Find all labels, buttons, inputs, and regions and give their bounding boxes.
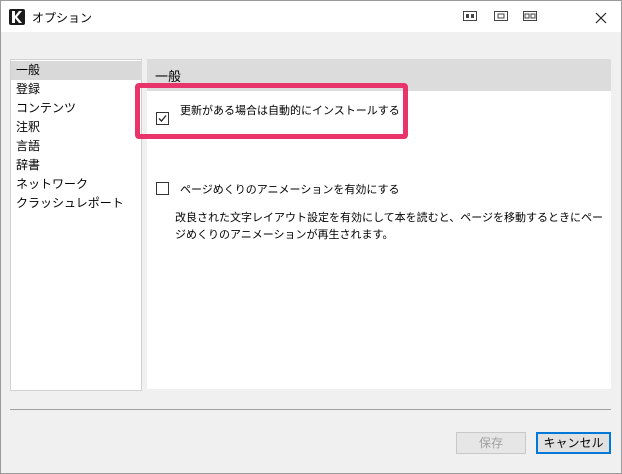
sidebar-item-dictionary[interactable]: 辞書 [11,156,142,175]
sidebar-item-language[interactable]: 言語 [11,137,142,156]
sidebar-item-registration[interactable]: 登録 [11,80,142,99]
sidebar-item-crash-report[interactable]: クラッシュレポート [11,194,142,213]
window-title: オプション [32,11,93,25]
app-icon [9,9,25,25]
sidebar-item-network[interactable]: ネットワーク [11,175,142,194]
page-turn-animation-checkbox[interactable] [156,182,169,195]
description-line-2: ジめくりのアニメーションが再生されます。 [175,228,394,241]
page-turn-animation-description: 改良された文字レイアウト設定を有効にして本を読むと、ページを移動するときにペー … [175,209,615,243]
description-line-1: 改良された文字レイアウト設定を有効にして本を読むと、ページを移動するときにペー [175,211,604,224]
close-button[interactable] [581,1,621,32]
sidebar-item-content[interactable]: コンテンツ [11,99,142,118]
screen-option-3-icon[interactable] [523,11,537,21]
options-sidebar: 一般 登録 コンテンツ 注釈 言語 辞書 ネットワーク クラッシュレポート [10,59,142,391]
footer-divider [10,409,611,410]
title-bar: オプション [1,1,621,32]
highlight-annotation [135,83,408,139]
cancel-button[interactable]: キャンセル [536,432,611,454]
sidebar-item-annotations[interactable]: 注釈 [11,118,142,137]
sidebar-item-general[interactable]: 一般 [11,61,142,80]
close-icon [595,12,607,23]
screen-option-1-icon[interactable] [463,11,477,21]
save-button[interactable]: 保存 [456,432,526,454]
screen-option-2-icon[interactable] [494,11,508,21]
options-dialog: オプション 一般 登録 コンテンツ 注釈 言語 辞書 ネットワーク クラッシュレ [0,0,622,474]
page-turn-animation-label[interactable]: ページめくりのアニメーションを有効にする [180,181,399,197]
